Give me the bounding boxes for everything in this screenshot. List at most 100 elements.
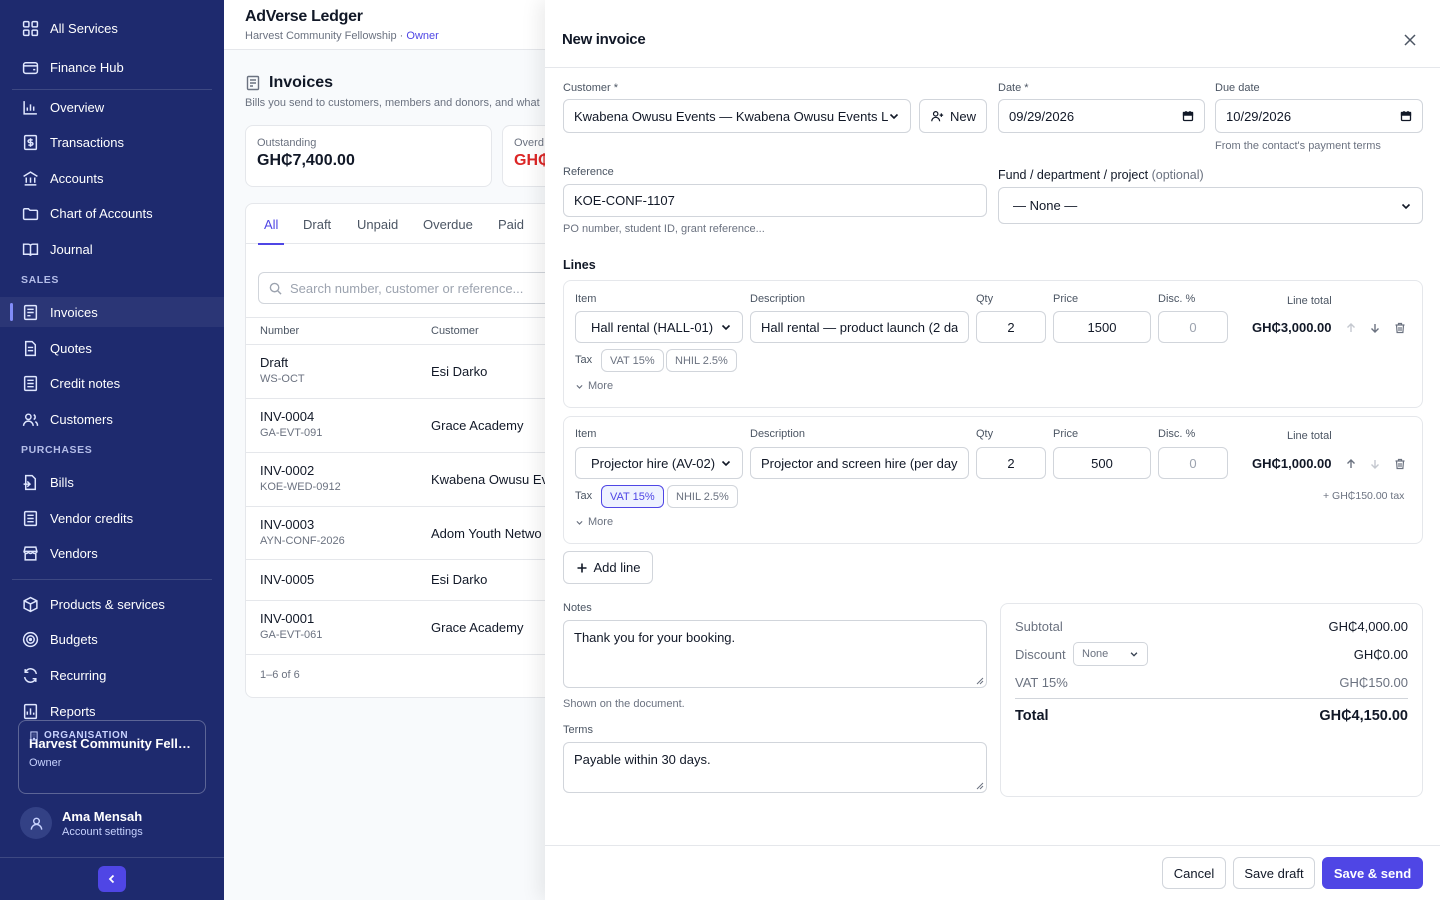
notes-textarea[interactable]: Thank you for your booking. [563, 620, 987, 688]
search-icon [269, 282, 282, 295]
tab-paid[interactable]: Paid [498, 217, 524, 232]
user-icon [29, 816, 44, 831]
tax-chip-vat[interactable]: VAT 15% [601, 349, 664, 372]
add-line-button[interactable]: Add line [563, 551, 653, 584]
sidebar-item-label: Transactions [50, 134, 124, 150]
account-settings-link[interactable]: Account settings [62, 826, 143, 838]
sidebar-item-credit-notes[interactable]: Credit notes [0, 368, 224, 398]
item-select[interactable]: Projector hire (AV-02) [575, 447, 743, 479]
sidebar-item-finance-hub[interactable]: Finance Hub [0, 52, 224, 82]
discount-label: Disc. % [1158, 428, 1196, 440]
sidebar-item-overview[interactable]: Overview [0, 92, 224, 122]
invoice-customer: Adom Youth Netwo [431, 526, 542, 541]
price-input[interactable]: 500 [1053, 447, 1151, 479]
qty-input[interactable]: 2 [976, 447, 1046, 479]
fund-label-text: Fund / department / project [998, 168, 1149, 182]
price-input[interactable]: 1500 [1053, 311, 1151, 343]
item-select-value: Hall rental (HALL-01) [591, 319, 714, 335]
sidebar-item-recurring[interactable]: Recurring [0, 660, 224, 690]
resize-handle-icon[interactable] [976, 782, 984, 790]
cancel-button[interactable]: Cancel [1162, 857, 1226, 889]
tax-label: Tax [575, 354, 593, 366]
sidebar-item-label: Products & services [50, 596, 165, 612]
discount-total-value: GH₵0.00 [1353, 647, 1408, 662]
discount-input[interactable]: 0 [1158, 447, 1228, 479]
store-icon [22, 545, 39, 562]
qty-value: 2 [1007, 455, 1015, 471]
save-and-send-label: Save & send [1333, 865, 1412, 881]
tab-draft[interactable]: Draft [303, 217, 331, 232]
new-customer-button[interactable]: New [919, 99, 987, 133]
role-badge: Owner [406, 30, 439, 42]
tab-all[interactable]: All [257, 217, 286, 245]
sidebar-item-journal[interactable]: Journal [0, 234, 224, 264]
invoice-number: INV-0005 [260, 572, 315, 587]
sidebar-item-chart-of-accounts[interactable]: Chart of Accounts [0, 198, 224, 228]
tax-chip-nhil[interactable]: NHIL 2.5% [667, 485, 738, 508]
trash-icon[interactable] [1394, 458, 1406, 470]
arrow-down-icon[interactable] [1369, 458, 1381, 470]
reference-input[interactable]: KOE-CONF-1107 [563, 184, 987, 217]
trash-icon[interactable] [1394, 322, 1406, 334]
description-input[interactable]: Projector and screen hire (per day [750, 447, 969, 479]
calendar-icon [1400, 110, 1412, 122]
qty-input[interactable]: 2 [976, 311, 1046, 343]
user-account-link[interactable]: Ama Mensah Account settings [20, 807, 143, 839]
arrow-down-icon[interactable] [1369, 322, 1381, 334]
arrow-up-icon[interactable] [1345, 458, 1357, 470]
user-name: Ama Mensah [62, 808, 143, 824]
page-subtitle: Bills you send to customers, members and… [245, 97, 540, 109]
close-icon[interactable] [1402, 32, 1418, 48]
tax-chip-vat[interactable]: VAT 15% [601, 485, 664, 508]
arrow-up-icon[interactable] [1345, 322, 1357, 334]
more-options-toggle[interactable]: More [575, 380, 613, 392]
sidebar-item-budgets[interactable]: Budgets [0, 624, 224, 654]
sidebar-item-transactions[interactable]: Transactions [0, 127, 224, 157]
sidebar-item-invoices[interactable]: Invoices [0, 297, 224, 327]
collapse-sidebar-button[interactable] [98, 866, 126, 892]
save-draft-button[interactable]: Save draft [1233, 857, 1315, 889]
bank-icon [22, 170, 39, 187]
org-context: Harvest Community Fellowship · Owner [245, 30, 439, 42]
sidebar-item-customers[interactable]: Customers [0, 404, 224, 434]
item-select[interactable]: Hall rental (HALL-01) [575, 311, 743, 343]
tab-overdue[interactable]: Overdue [423, 217, 473, 232]
drawer-title: New invoice [562, 31, 646, 48]
discount-input[interactable]: 0 [1158, 311, 1228, 343]
folder-icon [22, 205, 39, 222]
sidebar-item-label: Finance Hub [50, 59, 124, 75]
tax-chip-nhil[interactable]: NHIL 2.5% [666, 349, 737, 372]
due-date-input[interactable]: 10/29/2026 [1215, 99, 1423, 133]
tax-label: Tax [575, 490, 593, 502]
calendar-icon [1182, 110, 1194, 122]
building-icon [29, 730, 39, 741]
price-value: 500 [1091, 455, 1113, 471]
invoice-customer: Esi Darko [431, 364, 488, 379]
sidebar-item-bills[interactable]: Bills [0, 467, 224, 497]
customer-select[interactable]: Kwabena Owusu Events — Kwabena Owusu Eve… [563, 99, 911, 133]
terms-textarea[interactable]: Payable within 30 days. [563, 742, 987, 793]
organisation-switcher[interactable]: ORGANISATION Harvest Community Fello... … [18, 720, 206, 794]
sidebar-item-products-services[interactable]: Products & services [0, 589, 224, 619]
tab-unpaid[interactable]: Unpaid [357, 217, 398, 232]
sidebar: All Services Finance Hub Overview Transa… [0, 0, 224, 900]
sidebar-item-all-services[interactable]: All Services [0, 13, 224, 43]
sidebar-divider [12, 579, 212, 580]
sidebar-item-label: Reports [50, 703, 96, 719]
save-and-send-button[interactable]: Save & send [1322, 857, 1423, 889]
sidebar-item-label: Invoices [50, 304, 98, 320]
description-input[interactable]: Hall rental — product launch (2 da [750, 311, 969, 343]
resize-handle-icon[interactable] [976, 677, 984, 685]
fund-select[interactable]: — None — [998, 187, 1423, 224]
totals-panel: Subtotal GH₵4,000.00 Discount GH₵0.00 No… [1000, 603, 1423, 797]
discount-type-select[interactable]: None [1073, 642, 1148, 666]
description-value: Projector and screen hire (per day [761, 455, 958, 471]
more-options-toggle[interactable]: More [575, 516, 613, 528]
chevron-down-icon [720, 457, 732, 469]
sidebar-item-vendor-credits[interactable]: Vendor credits [0, 503, 224, 533]
invoice-number: Draft [260, 355, 289, 370]
date-input[interactable]: 09/29/2026 [998, 99, 1205, 133]
sidebar-item-quotes[interactable]: Quotes [0, 333, 224, 363]
sidebar-item-vendors[interactable]: Vendors [0, 538, 224, 568]
sidebar-item-accounts[interactable]: Accounts [0, 163, 224, 193]
